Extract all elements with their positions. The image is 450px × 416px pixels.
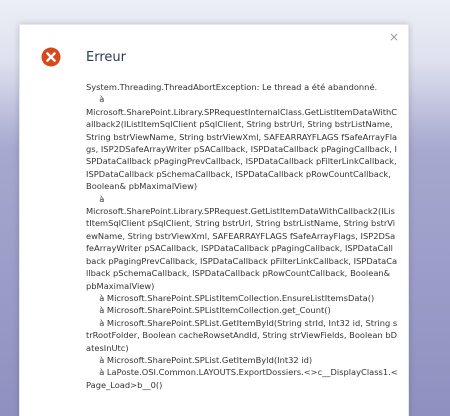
error-circle-x-icon [41, 47, 61, 67]
dialog-title: Erreur [86, 50, 126, 65]
error-dialog: × Erreur System.Threading.ThreadAbortExc… [19, 24, 409, 416]
error-message: System.Threading.ThreadAbortException: L… [86, 82, 398, 390]
close-button[interactable]: × [388, 31, 400, 43]
